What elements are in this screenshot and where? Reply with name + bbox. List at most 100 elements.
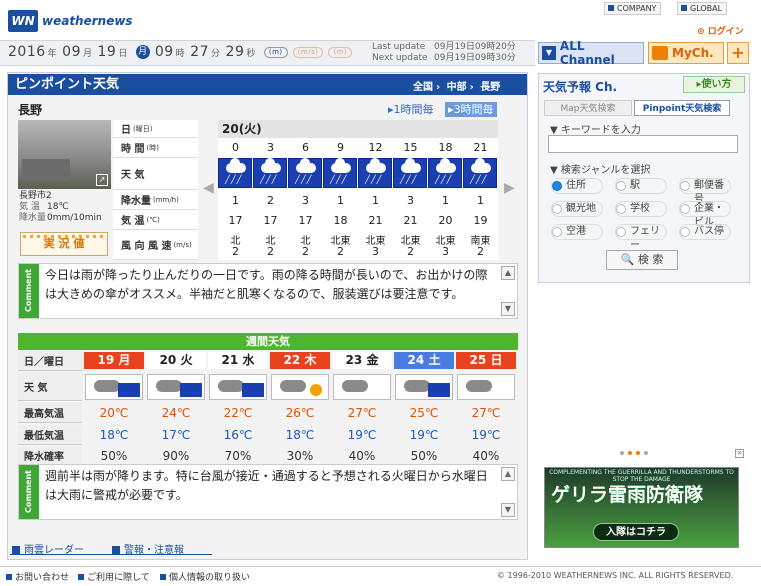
company-link[interactable]: COMPANY bbox=[604, 2, 662, 15]
weekly-day-header: 21 水 bbox=[208, 352, 268, 369]
unit-pill-m[interactable]: (m) bbox=[263, 46, 288, 58]
row-label-text: 天 気 bbox=[121, 170, 145, 181]
weekly-comment-box: Comment 週前半は雨が降ります。特に台風が接近・通過すると予想される火曜日… bbox=[18, 464, 518, 520]
scroll-up-icon[interactable]: ▲ bbox=[501, 467, 515, 481]
cloud-shape bbox=[226, 158, 246, 173]
keyword-input[interactable] bbox=[548, 135, 738, 153]
day-number: 21 bbox=[221, 353, 239, 367]
weathernews-logo[interactable]: WN weathernews bbox=[4, 4, 133, 34]
next-arrow-icon[interactable]: ▶ bbox=[504, 180, 516, 200]
cloud-shape bbox=[471, 158, 491, 173]
carousel-dot[interactable] bbox=[620, 451, 624, 455]
cloud-sun-icon bbox=[271, 374, 329, 400]
footer-link-contact[interactable]: お問い合わせ bbox=[6, 570, 69, 583]
comment-scrollbar[interactable]: ▲ ▼ bbox=[501, 266, 515, 316]
wn-logo-mark: WN bbox=[8, 10, 38, 32]
row-label-unit: (m/s) bbox=[173, 240, 192, 249]
banner-join-button[interactable]: 入隊はコチラ bbox=[593, 523, 679, 541]
login-link[interactable]: ⊙ ログイン bbox=[697, 24, 744, 37]
high-temp: 27℃ bbox=[347, 406, 377, 420]
all-channel-button[interactable]: ▼ ALL Channel bbox=[538, 39, 644, 67]
scroll-up-icon[interactable]: ▲ bbox=[501, 266, 515, 280]
row-label-text: 気 温 bbox=[121, 216, 145, 227]
carousel-dot[interactable] bbox=[636, 451, 640, 455]
genre-radio[interactable]: 空港 bbox=[551, 224, 617, 240]
mych-button[interactable]: MyCh. bbox=[648, 42, 724, 64]
warnings-link[interactable]: 警報・注意報 bbox=[110, 541, 212, 556]
hourly-row-label: 風 向 風 速 (m/s) bbox=[113, 230, 198, 260]
weekly-day-header: 22 木 bbox=[270, 352, 330, 369]
cloud-rain-icon bbox=[395, 374, 453, 400]
rain-icon: ╱╱╱ bbox=[428, 158, 462, 188]
genre-label-text: 観光地 bbox=[551, 201, 603, 217]
genre-radio[interactable]: 学校 bbox=[615, 201, 681, 217]
tab-1h[interactable]: ▸1時間毎 bbox=[388, 103, 434, 116]
time-minute: 27 bbox=[190, 44, 210, 60]
genre-radio[interactable]: 郵便番号 bbox=[679, 178, 745, 205]
update-info: Last update 09月19日09時20分 Next update 09月19… bbox=[372, 42, 516, 64]
genre-label-text: 郵便番号 bbox=[679, 178, 731, 205]
help-button[interactable]: ▸使い方 bbox=[683, 76, 745, 93]
comment-scrollbar[interactable]: ▲ ▼ bbox=[501, 467, 515, 517]
hour-cell: 3 bbox=[267, 141, 274, 154]
breadcrumb-nagano[interactable]: 長野 bbox=[480, 82, 500, 93]
genre-radio[interactable]: 企業・ビル bbox=[679, 201, 745, 228]
rain-probability: 70% bbox=[224, 449, 252, 463]
add-channel-button[interactable]: + bbox=[727, 42, 749, 64]
tab-3h[interactable]: ▸3時間毎 bbox=[445, 102, 497, 117]
sidebar-title: 天気予報 Ch. bbox=[543, 80, 618, 94]
breadcrumb-national[interactable]: 全国 bbox=[413, 82, 433, 93]
rain-drops: ╱╱╱ bbox=[225, 175, 243, 184]
prev-arrow-icon[interactable]: ◀ bbox=[203, 180, 215, 200]
genre-radio[interactable]: フェリー bbox=[615, 224, 681, 251]
row-label-unit: (℃) bbox=[146, 215, 160, 224]
genre-label: ▼ 検索ジャンルを選択 bbox=[550, 165, 651, 176]
temp-cell: 17 bbox=[298, 214, 313, 227]
live-camera-photo[interactable]: ↗ bbox=[18, 120, 111, 189]
guerrilla-banner[interactable]: COMPLEMENTING THE GUERRILLA AND THUNDERS… bbox=[544, 467, 739, 548]
low-temp: 18℃ bbox=[285, 428, 315, 442]
footer-link-privacy[interactable]: 個人情報の取り扱い bbox=[160, 570, 250, 583]
unit-pill-m2[interactable]: (m) bbox=[328, 46, 353, 58]
rain-cell: 1 bbox=[372, 194, 379, 207]
rain-drops: ╱╱╱ bbox=[400, 175, 418, 184]
low-temp: 18℃ bbox=[99, 428, 129, 442]
rain-badge bbox=[428, 383, 450, 397]
carousel-dot[interactable] bbox=[628, 451, 632, 455]
chevron-down-icon: ▼ bbox=[542, 46, 556, 60]
day-unit: 日 bbox=[118, 48, 128, 59]
breadcrumb-chubu[interactable]: 中部 bbox=[447, 82, 467, 93]
global-link[interactable]: GLOBAL bbox=[677, 2, 728, 15]
daily-comment-text: 今日は雨が降ったり止んだりの一日です。雨の降る時間が長いので、お出かけの際は大き… bbox=[45, 268, 488, 301]
genre-radio[interactable]: バス停 bbox=[679, 224, 745, 240]
genre-radio[interactable]: 駅 bbox=[615, 178, 681, 194]
square-icon bbox=[112, 546, 120, 554]
observed-values-button[interactable]: 実 況 値 bbox=[20, 232, 108, 256]
genre-radio[interactable]: 住所 bbox=[551, 178, 617, 194]
tab-pinpoint-search[interactable]: Pinpoint天気検索 bbox=[634, 100, 730, 116]
scroll-down-icon[interactable]: ▼ bbox=[501, 503, 515, 517]
scroll-down-icon[interactable]: ▼ bbox=[501, 302, 515, 316]
unit-pill-ms[interactable]: (m/s) bbox=[292, 46, 324, 58]
weekly-row-label: 最高気温 bbox=[18, 403, 82, 423]
rain-drops: ╱╱╱ bbox=[260, 175, 278, 184]
cloud-shape bbox=[94, 380, 120, 392]
expand-icon[interactable]: ↗ bbox=[96, 174, 108, 186]
low-temp: 16℃ bbox=[223, 428, 253, 442]
rain-radar-link[interactable]: 雨雲レーダー bbox=[10, 541, 112, 556]
cloud-rain-icon bbox=[147, 374, 205, 400]
rain-drops: ╱╱╱ bbox=[435, 175, 453, 184]
weekly-table: 日／曜日天 気最高気温 最低気温 降水確率 19 月 20℃ 18℃ 50% 20 火 24℃ 1… bbox=[18, 351, 518, 465]
search-button[interactable]: 🔍 検 索 bbox=[606, 250, 678, 270]
weekly-comment-text: 週前半は雨が降ります。特に台風が接近・通過すると予想される火曜日から水曜日は大雨… bbox=[45, 469, 488, 502]
search-icon: 🔍 bbox=[620, 253, 635, 266]
observed-values-label: 実 況 値 bbox=[43, 237, 85, 250]
tab-map-search[interactable]: Map天気検索 bbox=[544, 100, 632, 116]
carousel-dot[interactable] bbox=[644, 451, 648, 455]
station-info: 長野市2 気 温 18℃ 降水量0mm/10min bbox=[19, 191, 102, 224]
genre-label-text: 住所 bbox=[551, 178, 603, 194]
footer-link-terms[interactable]: ご利用に際して bbox=[78, 570, 150, 583]
genre-radio[interactable]: 観光地 bbox=[551, 201, 617, 217]
close-icon[interactable]: × bbox=[735, 449, 744, 458]
footer-link-label: 個人情報の取り扱い bbox=[169, 573, 251, 583]
